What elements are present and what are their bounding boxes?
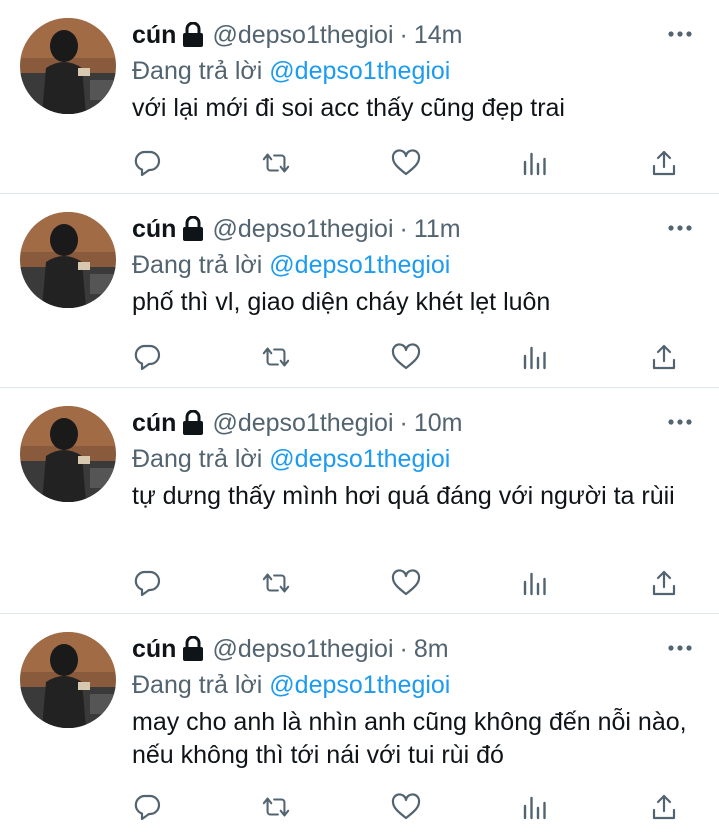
more-options-icon[interactable] — [667, 24, 693, 44]
avatar[interactable] — [20, 632, 116, 728]
analytics-icon[interactable] — [520, 342, 550, 372]
lock-icon — [182, 636, 204, 662]
tweet-actions — [132, 148, 679, 178]
display-name[interactable]: cún — [132, 634, 176, 664]
user-handle[interactable]: @depso1thegioi — [212, 214, 393, 244]
tweet-text: tự dưng thấy mình hơi quá đáng với người… — [132, 482, 675, 510]
share-icon[interactable] — [649, 568, 679, 598]
display-name[interactable]: cún — [132, 408, 176, 438]
avatar[interactable] — [20, 212, 116, 308]
tweet-text: may cho anh là nhìn anh cũng không đến n… — [132, 708, 687, 769]
display-name[interactable]: cún — [132, 20, 176, 50]
tweet[interactable]: cún @depso1thegioi · 14m Đang trả lời @d… — [0, 0, 719, 194]
analytics-icon[interactable] — [520, 568, 550, 598]
timestamp[interactable]: 11m — [414, 214, 461, 244]
tweet[interactable]: cún @depso1thegioi · 11m Đang trả lời @d… — [0, 194, 719, 388]
display-name[interactable]: cún — [132, 214, 176, 244]
like-icon[interactable] — [391, 148, 421, 178]
mention-link[interactable]: @depso1thegioi — [269, 251, 450, 279]
mention-link[interactable]: @depso1thegioi — [269, 57, 450, 85]
user-handle[interactable]: @depso1thegioi — [212, 408, 393, 438]
like-icon[interactable] — [391, 568, 421, 598]
share-icon[interactable] — [649, 342, 679, 372]
separator-dot: · — [399, 635, 408, 663]
lock-icon — [182, 410, 204, 436]
reply-icon[interactable] — [132, 148, 162, 178]
reply-icon[interactable] — [132, 568, 162, 598]
lock-icon — [182, 22, 204, 48]
more-options-icon[interactable] — [667, 638, 693, 658]
retweet-icon[interactable] — [261, 792, 291, 822]
share-icon[interactable] — [649, 148, 679, 178]
avatar[interactable] — [20, 18, 116, 114]
retweet-icon[interactable] — [261, 342, 291, 372]
timestamp[interactable]: 8m — [414, 634, 449, 664]
share-icon[interactable] — [649, 792, 679, 822]
tweet[interactable]: cún @depso1thegioi · 8m Đang trả lời @de… — [0, 614, 719, 839]
replying-prefix: Đang trả lời — [132, 251, 263, 279]
separator-dot: · — [399, 409, 408, 437]
replying-to: Đang trả lời @depso1thegioi — [132, 444, 450, 474]
replying-to: Đang trả lời @depso1thegioi — [132, 56, 450, 86]
like-icon[interactable] — [391, 342, 421, 372]
like-icon[interactable] — [391, 792, 421, 822]
replying-prefix: Đang trả lời — [132, 57, 263, 85]
analytics-icon[interactable] — [520, 792, 550, 822]
reply-icon[interactable] — [132, 342, 162, 372]
tweet[interactable]: cún @depso1thegioi · 10m Đang trả lời @d… — [0, 388, 719, 614]
avatar[interactable] — [20, 406, 116, 502]
retweet-icon[interactable] — [261, 148, 291, 178]
replying-prefix: Đang trả lời — [132, 671, 263, 699]
user-handle[interactable]: @depso1thegioi — [212, 634, 393, 664]
replying-prefix: Đang trả lời — [132, 445, 263, 473]
analytics-icon[interactable] — [520, 148, 550, 178]
lock-icon — [182, 216, 204, 242]
more-options-icon[interactable] — [667, 412, 693, 432]
timestamp[interactable]: 10m — [414, 408, 463, 438]
tweet-text: phố thì vl, giao diện cháy khét lẹt luôn — [132, 288, 551, 316]
retweet-icon[interactable] — [261, 568, 291, 598]
mention-link[interactable]: @depso1thegioi — [269, 445, 450, 473]
tweet-actions — [132, 568, 679, 598]
replying-to: Đang trả lời @depso1thegioi — [132, 670, 450, 700]
timestamp[interactable]: 14m — [414, 20, 463, 50]
tweet-text: với lại mới đi soi acc thấy cũng đẹp tra… — [132, 94, 565, 122]
more-options-icon[interactable] — [667, 218, 693, 238]
replying-to: Đang trả lời @depso1thegioi — [132, 250, 450, 280]
separator-dot: · — [399, 21, 408, 49]
mention-link[interactable]: @depso1thegioi — [269, 671, 450, 699]
separator-dot: · — [399, 215, 408, 243]
tweet-actions — [132, 342, 679, 372]
tweet-actions — [132, 792, 679, 822]
user-handle[interactable]: @depso1thegioi — [212, 20, 393, 50]
reply-icon[interactable] — [132, 792, 162, 822]
